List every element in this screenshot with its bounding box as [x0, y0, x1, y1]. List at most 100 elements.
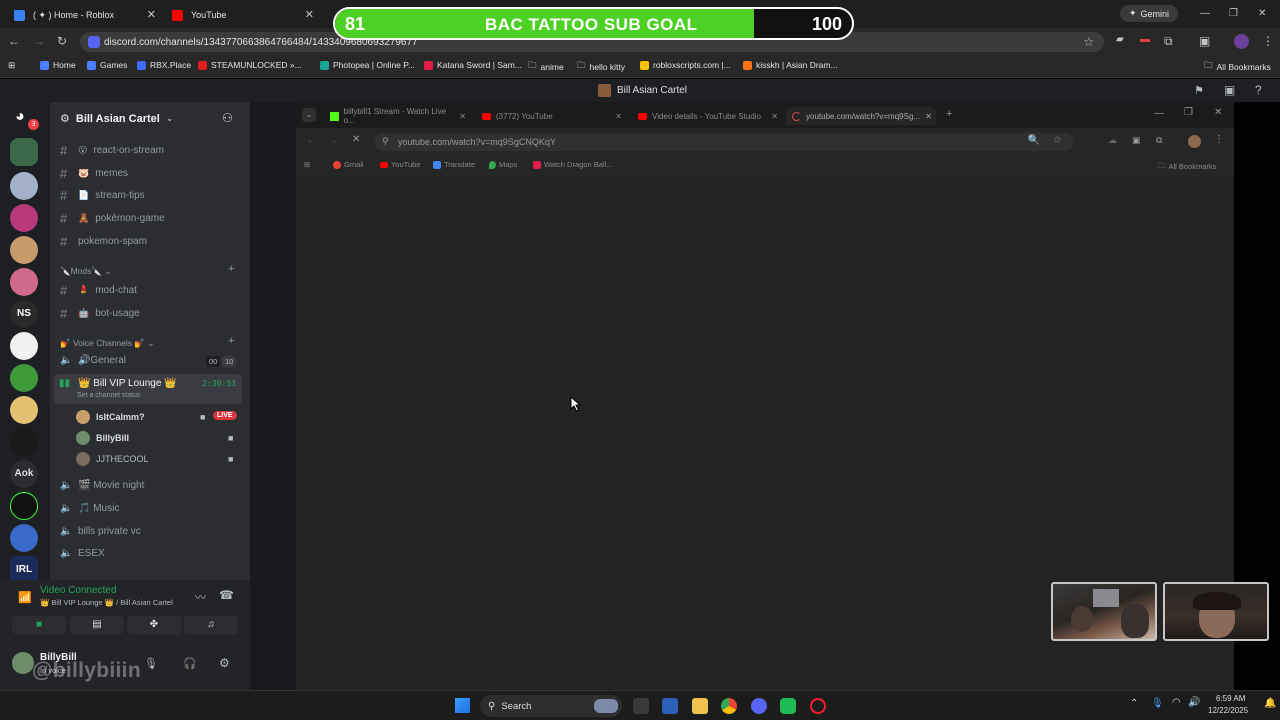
bookmark-item[interactable]: Watch Dragon Ball... — [533, 160, 613, 169]
channel-react-on-stream[interactable]: # 😮 react-on-stream — [60, 143, 164, 158]
bookmark-item[interactable]: Katana Sword | Sam... — [424, 60, 522, 70]
help-icon[interactable]: ? — [1255, 83, 1262, 97]
app-taskbar-icon[interactable] — [780, 698, 796, 714]
reload-icon[interactable]: ↻ — [57, 34, 67, 48]
inner-url-field[interactable]: ⚲ youtube.com/watch?v=mq9SgCNQKqY 🔍 ☆ — [374, 133, 1074, 151]
gemini-button[interactable]: ✦ Gemini — [1120, 5, 1178, 22]
bookmark-folder[interactable]: 🗀 hello kitty — [577, 60, 625, 74]
forward-icon[interactable]: → — [329, 135, 339, 146]
activities-button[interactable]: ✤ — [127, 616, 181, 634]
server-icon[interactable] — [10, 332, 38, 360]
tab-youtube[interactable]: YouTube ✕ — [164, 4, 320, 26]
server-icon[interactable] — [10, 236, 38, 264]
voice-member[interactable]: BillyBill — [76, 431, 129, 445]
disconnect-icon[interactable]: ☎ — [219, 588, 234, 602]
extension-icon[interactable]: ▣ — [1132, 135, 1141, 146]
voice-channel-vip-lounge[interactable]: ▮▮ 👑 Bill VIP Lounge 👑 2:30:53 Set a cha… — [54, 374, 242, 404]
server-icon[interactable] — [10, 396, 38, 424]
windows-start-icon[interactable] — [455, 698, 470, 713]
close-icon[interactable]: ✕ — [925, 112, 932, 121]
voice-member[interactable]: JJTHECOOL — [76, 452, 149, 466]
inbox-flag-icon[interactable]: ⚑ — [1194, 84, 1204, 97]
channel-memes[interactable]: # 🐷 memes — [60, 166, 128, 181]
server-icon[interactable] — [10, 428, 38, 456]
bookmark-item[interactable]: Photopea | Online P... — [320, 60, 415, 70]
bookmark-item[interactable]: RBX.Place — [137, 60, 191, 70]
minimize-icon[interactable]: — — [1154, 108, 1164, 119]
add-channel-icon[interactable]: + — [228, 335, 234, 347]
star-icon[interactable]: ☆ — [1053, 135, 1062, 146]
voice-channel-music[interactable]: 🔈 🎵 Music — [60, 503, 119, 514]
maximize-icon[interactable]: ❐ — [1229, 8, 1238, 19]
puzzle-icon[interactable]: ⧉ — [1156, 135, 1162, 146]
menu-icon[interactable]: ⋮ — [1262, 34, 1274, 48]
server-icon-aok[interactable]: Aok — [10, 460, 38, 488]
category-voice[interactable]: 💅 Voice Channels 💅 ⌄ — [60, 338, 154, 349]
close-icon[interactable]: ✕ — [615, 112, 622, 121]
bookmark-item[interactable]: Gmail — [333, 160, 364, 169]
close-icon[interactable]: ✕ — [147, 8, 156, 21]
extension-icon[interactable]: ☁ — [1108, 135, 1117, 146]
camera-button[interactable]: ■ — [12, 616, 66, 634]
discord-logo-icon[interactable]: ◕ — [15, 108, 25, 126]
close-window-icon[interactable]: ✕ — [1214, 107, 1222, 118]
screen-share-button[interactable]: ▤ — [70, 616, 124, 634]
microphone-tray-icon[interactable]: 🎙 — [1151, 698, 1164, 709]
apps-grid-icon[interactable]: ⊞ — [304, 160, 310, 169]
server-icon[interactable] — [10, 364, 38, 392]
mouse-app-icon[interactable] — [633, 698, 649, 714]
server-icon-kick[interactable] — [10, 492, 38, 520]
bookmark-folder[interactable]: 🗀 anime — [528, 60, 564, 74]
back-icon[interactable]: ← — [8, 34, 20, 48]
close-icon[interactable]: ✕ — [459, 112, 466, 121]
bookmark-item[interactable]: STEAMUNLOCKED »... — [198, 60, 302, 70]
bookmark-item[interactable]: Home — [40, 60, 76, 70]
channel-mod-chat[interactable]: # 💄 mod-chat — [60, 283, 137, 298]
notification-bell-icon[interactable]: 🔔 — [1264, 698, 1276, 709]
server-icon[interactable] — [10, 172, 38, 200]
opera-icon[interactable] — [810, 698, 826, 714]
bookmark-item[interactable]: YouTube — [380, 160, 420, 169]
minimize-icon[interactable]: — — [1200, 8, 1210, 19]
close-window-icon[interactable]: ✕ — [1258, 8, 1266, 19]
avatar[interactable] — [1188, 135, 1201, 148]
close-icon[interactable]: ✕ — [771, 112, 778, 121]
invite-user-icon[interactable]: ⚇ — [222, 111, 233, 125]
chrome-icon[interactable] — [721, 698, 737, 714]
file-explorer-icon[interactable] — [692, 698, 708, 714]
all-bookmarks-button[interactable]: 🗀 All Bookmarks — [1204, 60, 1271, 74]
menu-icon[interactable]: ⋮ — [1214, 134, 1224, 145]
channel-stream-tips[interactable]: # 📄 stream-tips — [60, 188, 145, 203]
settings-gear-icon[interactable]: ⚙ — [219, 656, 230, 670]
discord-taskbar-icon[interactable] — [751, 698, 767, 714]
all-bookmarks-button[interactable]: 🗀 All Bookmarks — [1158, 160, 1216, 173]
back-icon[interactable]: ← — [306, 135, 316, 146]
inner-tab-kick[interactable]: billybill1 Stream - Watch Live o... ✕ — [324, 107, 470, 125]
channel-bot-usage[interactable]: # 🤖 bot-usage — [60, 306, 140, 321]
forward-icon[interactable]: → — [33, 34, 45, 48]
taskbar-search[interactable]: ⚲ Search — [480, 695, 622, 717]
extension-red-icon[interactable]: ▬ — [1140, 34, 1150, 45]
extension-icon[interactable]: ▰ — [1116, 34, 1124, 45]
inner-tab-active[interactable]: youtube.com/watch?v=mq9Sg... ✕ — [786, 107, 936, 125]
close-icon[interactable]: ✕ — [305, 8, 314, 21]
category-mods[interactable]: 🔪Mods🔪 ⌄ — [60, 266, 111, 277]
avatar[interactable] — [1234, 34, 1249, 49]
server-icon[interactable] — [10, 204, 38, 232]
channel-status[interactable]: Set a channel status — [77, 392, 140, 399]
zoom-icon[interactable]: 🔍 — [1028, 135, 1040, 146]
new-tab-icon[interactable]: + — [946, 108, 952, 120]
tab-roblox[interactable]: ( ✦ ) Home - Roblox ✕ — [6, 4, 162, 26]
apps-grid-icon[interactable]: ⊞ — [8, 60, 15, 71]
maximize-icon[interactable]: ❐ — [1184, 107, 1193, 118]
tab-search-icon[interactable]: ⌄ — [302, 108, 316, 122]
headphones-icon[interactable]: 🎧 — [183, 657, 197, 670]
screen-icon[interactable]: ▣ — [1224, 83, 1235, 97]
add-channel-icon[interactable]: + — [228, 263, 234, 275]
wifi-icon[interactable]: ◠ — [1172, 697, 1181, 708]
bookmark-item[interactable]: robloxscripts.com |... — [640, 60, 731, 70]
sidepanel-icon[interactable]: ▣ — [1199, 34, 1210, 48]
soundboard-button[interactable]: ♫ — [184, 616, 238, 634]
bookmark-item[interactable]: Maps — [489, 160, 517, 169]
volume-icon[interactable]: 🔊 — [1188, 697, 1200, 708]
